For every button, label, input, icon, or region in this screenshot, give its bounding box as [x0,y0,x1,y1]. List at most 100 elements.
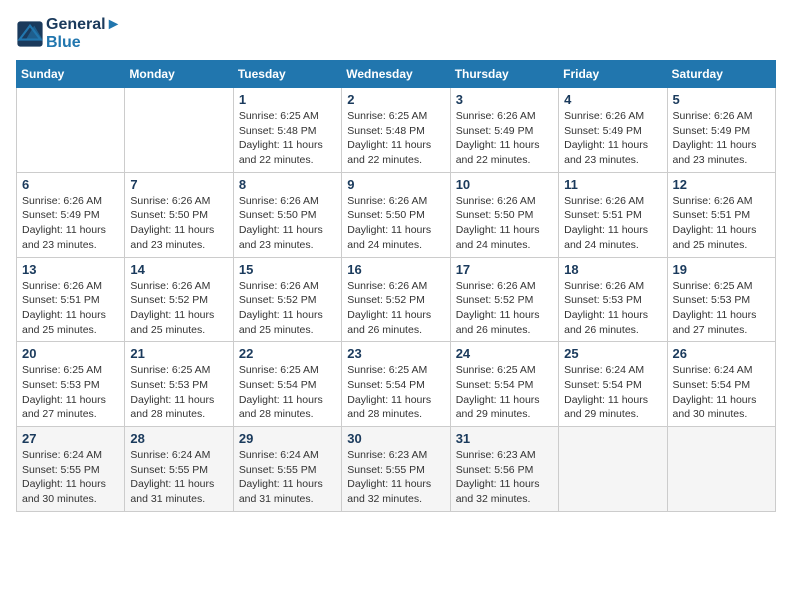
day-info: Sunrise: 6:26 AM Sunset: 5:50 PM Dayligh… [347,194,444,253]
calendar-cell: 9 Sunrise: 6:26 AM Sunset: 5:50 PM Daylig… [342,172,450,257]
calendar-cell: 25 Sunrise: 6:24 AM Sunset: 5:54 PM Dayli… [559,342,667,427]
calendar-cell: 3 Sunrise: 6:26 AM Sunset: 5:49 PM Daylig… [450,88,558,173]
calendar-cell: 30 Sunrise: 6:23 AM Sunset: 5:55 PM Dayli… [342,427,450,512]
day-info: Sunrise: 6:24 AM Sunset: 5:55 PM Dayligh… [130,448,227,507]
day-info: Sunrise: 6:24 AM Sunset: 5:55 PM Dayligh… [239,448,336,507]
day-info: Sunrise: 6:25 AM Sunset: 5:48 PM Dayligh… [347,109,444,168]
calendar-cell: 31 Sunrise: 6:23 AM Sunset: 5:56 PM Dayli… [450,427,558,512]
day-info: Sunrise: 6:26 AM Sunset: 5:50 PM Dayligh… [456,194,553,253]
calendar-cell: 29 Sunrise: 6:24 AM Sunset: 5:55 PM Dayli… [233,427,341,512]
calendar-cell: 1 Sunrise: 6:25 AM Sunset: 5:48 PM Daylig… [233,88,341,173]
day-info: Sunrise: 6:26 AM Sunset: 5:49 PM Dayligh… [456,109,553,168]
calendar-cell: 20 Sunrise: 6:25 AM Sunset: 5:53 PM Dayli… [17,342,125,427]
day-number: 31 [456,431,553,446]
calendar-cell [559,427,667,512]
day-info: Sunrise: 6:26 AM Sunset: 5:51 PM Dayligh… [673,194,770,253]
day-number: 5 [673,92,770,107]
calendar-cell: 22 Sunrise: 6:25 AM Sunset: 5:54 PM Dayli… [233,342,341,427]
day-number: 6 [22,177,119,192]
day-number: 22 [239,346,336,361]
day-number: 1 [239,92,336,107]
calendar-week-row: 13 Sunrise: 6:26 AM Sunset: 5:51 PM Dayli… [17,257,776,342]
calendar-cell: 19Sunrise: 6:25 AM Sunset: 5:53 PM Dayli… [667,257,775,342]
day-info: Sunrise: 6:24 AM Sunset: 5:54 PM Dayligh… [564,363,661,422]
calendar-table: SundayMondayTuesdayWednesdayThursdayFrid… [16,60,776,512]
weekday-header: Saturday [667,61,775,88]
calendar-cell: 6 Sunrise: 6:26 AM Sunset: 5:49 PM Daylig… [17,172,125,257]
calendar-cell: 10 Sunrise: 6:26 AM Sunset: 5:50 PM Dayli… [450,172,558,257]
header: General► Blue [16,16,776,52]
weekday-header: Tuesday [233,61,341,88]
day-info: Sunrise: 6:26 AM Sunset: 5:49 PM Dayligh… [564,109,661,168]
weekday-header: Friday [559,61,667,88]
calendar-week-row: 6 Sunrise: 6:26 AM Sunset: 5:49 PM Daylig… [17,172,776,257]
logo: General► Blue [16,16,121,52]
weekday-header: Wednesday [342,61,450,88]
day-number: 24 [456,346,553,361]
calendar-cell: 5 Sunrise: 6:26 AM Sunset: 5:49 PM Daylig… [667,88,775,173]
day-number: 7 [130,177,227,192]
day-number: 18 [564,262,661,277]
day-info: Sunrise: 6:25 AM Sunset: 5:53 PM Dayligh… [673,279,770,338]
day-info: Sunrise: 6:26 AM Sunset: 5:50 PM Dayligh… [130,194,227,253]
day-info: Sunrise: 6:25 AM Sunset: 5:48 PM Dayligh… [239,109,336,168]
day-info: Sunrise: 6:23 AM Sunset: 5:56 PM Dayligh… [456,448,553,507]
day-number: 23 [347,346,444,361]
day-info: Sunrise: 6:26 AM Sunset: 5:52 PM Dayligh… [456,279,553,338]
calendar-cell: 17 Sunrise: 6:26 AM Sunset: 5:52 PM Dayli… [450,257,558,342]
calendar-week-row: 20 Sunrise: 6:25 AM Sunset: 5:53 PM Dayli… [17,342,776,427]
calendar-cell: 23 Sunrise: 6:25 AM Sunset: 5:54 PM Dayli… [342,342,450,427]
day-info: Sunrise: 6:25 AM Sunset: 5:53 PM Dayligh… [130,363,227,422]
calendar-header-row: SundayMondayTuesdayWednesdayThursdayFrid… [17,61,776,88]
day-number: 15 [239,262,336,277]
day-number: 20 [22,346,119,361]
day-number: 2 [347,92,444,107]
logo-text: General► Blue [46,16,121,52]
calendar-cell: 11Sunrise: 6:26 AM Sunset: 5:51 PM Dayli… [559,172,667,257]
calendar-cell: 27Sunrise: 6:24 AM Sunset: 5:55 PM Dayli… [17,427,125,512]
calendar-cell: 28Sunrise: 6:24 AM Sunset: 5:55 PM Dayli… [125,427,233,512]
calendar-cell: 24 Sunrise: 6:25 AM Sunset: 5:54 PM Dayli… [450,342,558,427]
day-info: Sunrise: 6:26 AM Sunset: 5:49 PM Dayligh… [673,109,770,168]
logo-icon [16,20,44,48]
calendar-cell: 7 Sunrise: 6:26 AM Sunset: 5:50 PM Daylig… [125,172,233,257]
day-number: 8 [239,177,336,192]
calendar-cell: 12Sunrise: 6:26 AM Sunset: 5:51 PM Dayli… [667,172,775,257]
day-info: Sunrise: 6:26 AM Sunset: 5:52 PM Dayligh… [239,279,336,338]
day-number: 4 [564,92,661,107]
day-number: 9 [347,177,444,192]
day-info: Sunrise: 6:25 AM Sunset: 5:54 PM Dayligh… [456,363,553,422]
day-info: Sunrise: 6:26 AM Sunset: 5:51 PM Dayligh… [22,279,119,338]
weekday-header: Sunday [17,61,125,88]
day-number: 26 [673,346,770,361]
day-number: 3 [456,92,553,107]
day-number: 14 [130,262,227,277]
day-number: 10 [456,177,553,192]
day-number: 11 [564,177,661,192]
calendar-cell: 18Sunrise: 6:26 AM Sunset: 5:53 PM Dayli… [559,257,667,342]
day-info: Sunrise: 6:26 AM Sunset: 5:50 PM Dayligh… [239,194,336,253]
day-number: 16 [347,262,444,277]
calendar-cell: 13 Sunrise: 6:26 AM Sunset: 5:51 PM Dayli… [17,257,125,342]
day-number: 17 [456,262,553,277]
day-info: Sunrise: 6:24 AM Sunset: 5:55 PM Dayligh… [22,448,119,507]
day-info: Sunrise: 6:25 AM Sunset: 5:54 PM Dayligh… [347,363,444,422]
day-number: 29 [239,431,336,446]
calendar-cell: 16Sunrise: 6:26 AM Sunset: 5:52 PM Dayli… [342,257,450,342]
calendar-cell: 15 Sunrise: 6:26 AM Sunset: 5:52 PM Dayli… [233,257,341,342]
calendar-cell [125,88,233,173]
weekday-header: Thursday [450,61,558,88]
calendar-cell: 21Sunrise: 6:25 AM Sunset: 5:53 PM Dayli… [125,342,233,427]
day-info: Sunrise: 6:23 AM Sunset: 5:55 PM Dayligh… [347,448,444,507]
day-info: Sunrise: 6:25 AM Sunset: 5:53 PM Dayligh… [22,363,119,422]
day-info: Sunrise: 6:26 AM Sunset: 5:49 PM Dayligh… [22,194,119,253]
calendar-cell [667,427,775,512]
weekday-header: Monday [125,61,233,88]
day-info: Sunrise: 6:25 AM Sunset: 5:54 PM Dayligh… [239,363,336,422]
calendar-cell: 4 Sunrise: 6:26 AM Sunset: 5:49 PM Daylig… [559,88,667,173]
day-number: 13 [22,262,119,277]
day-number: 25 [564,346,661,361]
calendar-cell: 8 Sunrise: 6:26 AM Sunset: 5:50 PM Daylig… [233,172,341,257]
calendar-week-row: 27Sunrise: 6:24 AM Sunset: 5:55 PM Dayli… [17,427,776,512]
day-number: 30 [347,431,444,446]
